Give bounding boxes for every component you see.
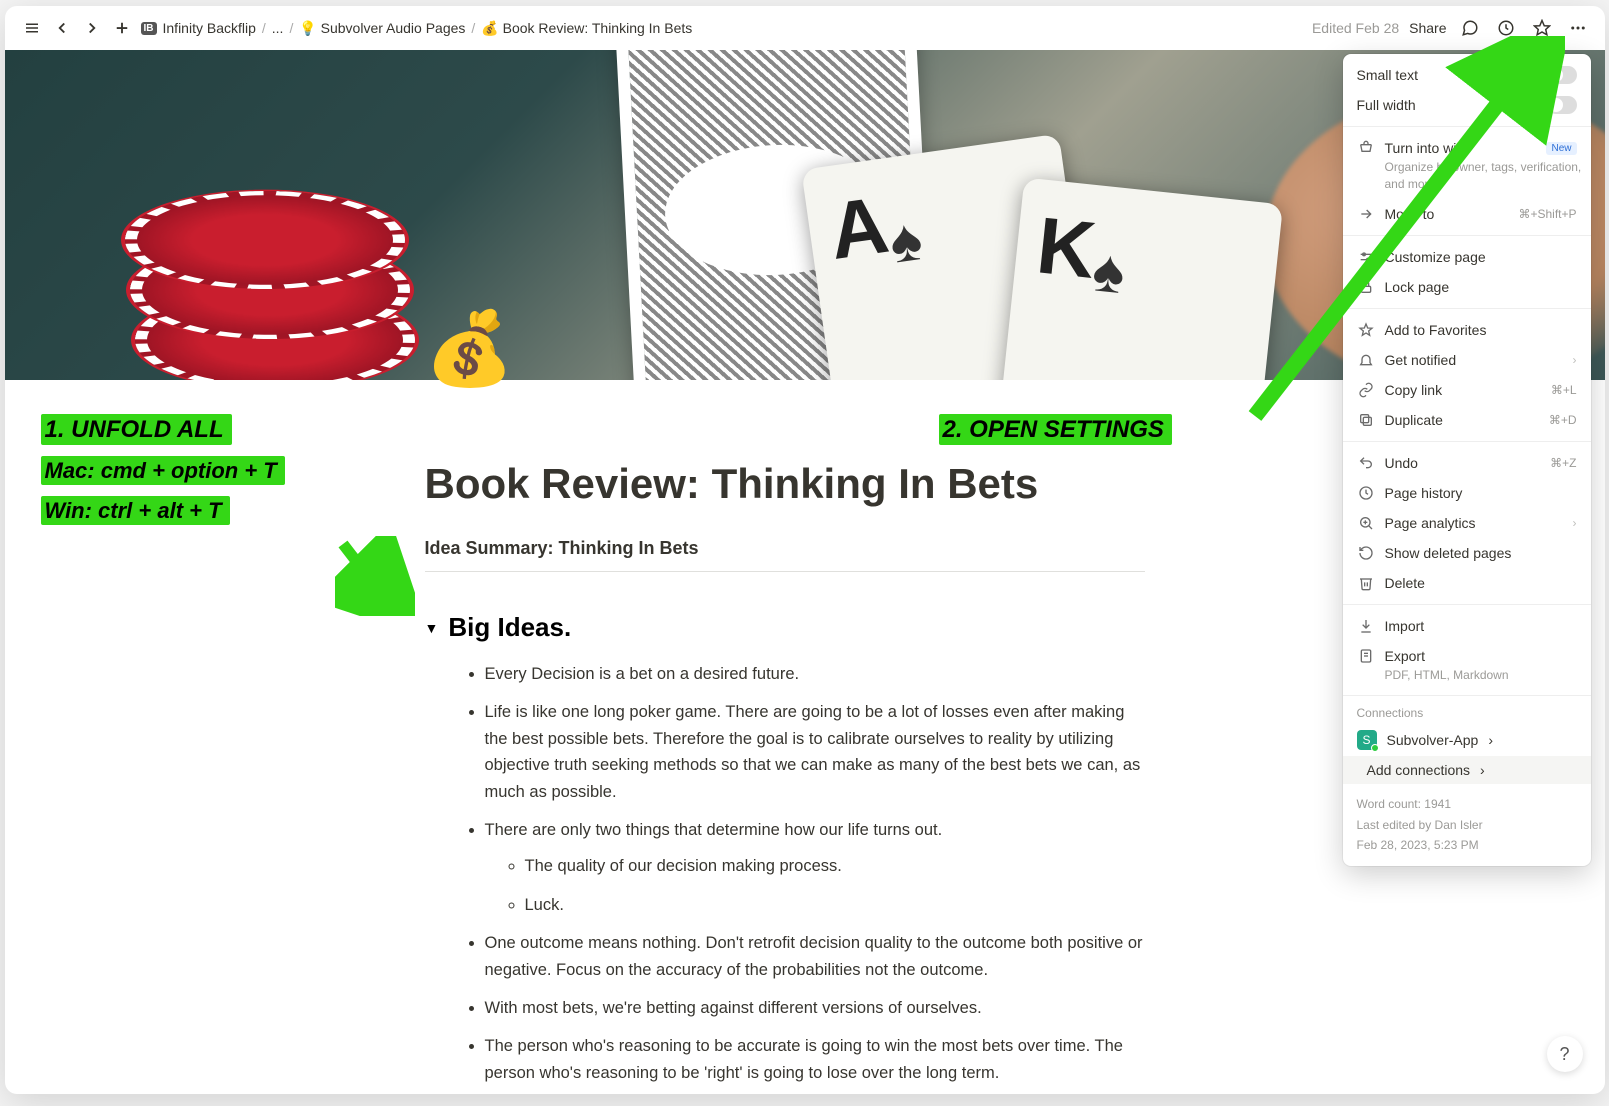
back-icon[interactable]	[49, 15, 75, 41]
star-icon	[1357, 322, 1375, 338]
toggle-heading[interactable]: ▼ Big Ideas.	[425, 612, 1185, 643]
menu-history[interactable]: Page history	[1343, 478, 1591, 508]
trash-icon	[1357, 575, 1375, 591]
restore-icon	[1357, 545, 1375, 561]
workspace-badge: IB	[141, 22, 157, 35]
menu-notified[interactable]: Get notified ›	[1343, 345, 1591, 375]
menu-full-width[interactable]: Full width	[1343, 90, 1591, 120]
duplicate-icon	[1357, 412, 1375, 428]
chevron-right-icon: ›	[1488, 732, 1493, 748]
lock-icon	[1357, 279, 1375, 295]
connection-app[interactable]: S Subvolver-App ›	[1343, 724, 1591, 756]
forward-icon[interactable]	[79, 15, 105, 41]
help-button[interactable]: ?	[1547, 1036, 1583, 1072]
menu-lock[interactable]: Lock page	[1343, 272, 1591, 302]
star-icon[interactable]	[1529, 15, 1555, 41]
menu-export-sub: PDF, HTML, Markdown	[1343, 667, 1591, 684]
sliders-icon	[1357, 249, 1375, 265]
annotation-arrow-unfold	[335, 536, 415, 616]
menu-deleted[interactable]: Show deleted pages	[1343, 538, 1591, 568]
menu-import[interactable]: Import	[1343, 611, 1591, 641]
page-settings-menu: Small text Full width Turn into wiki New…	[1343, 54, 1591, 866]
bell-icon	[1357, 352, 1375, 368]
menu-small-text[interactable]: Small text	[1343, 60, 1591, 90]
menu-icon[interactable]	[19, 15, 45, 41]
bullet-item: Every Decision is a bet on a desired fut…	[485, 661, 1145, 687]
link-icon	[1357, 382, 1375, 398]
page-icon[interactable]: 💰	[425, 306, 515, 391]
share-button[interactable]: Share	[1409, 20, 1446, 36]
export-icon	[1357, 648, 1375, 664]
bullet-item: Life is like one long poker game. There …	[485, 699, 1145, 805]
page-title: Book Review: Thinking In Bets	[425, 460, 1185, 508]
new-tab-icon[interactable]	[109, 15, 135, 41]
menu-analytics[interactable]: Page analytics ›	[1343, 508, 1591, 538]
topbar: IB Infinity Backflip / ... / 💡 Subvolver…	[5, 6, 1605, 50]
breadcrumb: IB Infinity Backflip / ... / 💡 Subvolver…	[141, 20, 693, 37]
analytics-icon	[1357, 515, 1375, 531]
bullet-item: With most bets, we're betting against di…	[485, 995, 1145, 1021]
add-connections[interactable]: Add connections ›	[1343, 756, 1591, 784]
import-icon	[1357, 618, 1375, 634]
chevron-right-icon: ›	[1573, 516, 1577, 530]
history-icon	[1357, 485, 1375, 501]
chevron-right-icon: ›	[1573, 353, 1577, 367]
edited-label: Edited Feb 28	[1312, 20, 1399, 36]
bullet-item: One outcome means nothing. Don't retrofi…	[485, 930, 1145, 983]
menu-copy-link[interactable]: Copy link ⌘+L	[1343, 375, 1591, 405]
crumb-parent[interactable]: 💡 Subvolver Audio Pages	[299, 20, 465, 37]
arrow-right-icon	[1357, 206, 1375, 222]
app-icon: S	[1357, 730, 1377, 750]
menu-wiki-sub: Organize by owner, tags, verification, a…	[1343, 159, 1591, 193]
chevron-right-icon: ›	[1480, 762, 1485, 778]
menu-meta: Word count: 1941 Last edited by Dan Isle…	[1343, 784, 1591, 857]
toggle-triangle-icon[interactable]: ▼	[425, 620, 439, 636]
annotation-open-settings: 2. OPEN SETTINGS	[939, 416, 1172, 444]
sub-bullet-item: The quality of our decision making proce…	[525, 853, 1145, 879]
menu-favorites[interactable]: Add to Favorites	[1343, 315, 1591, 345]
idea-summary-heading: Idea Summary: Thinking In Bets	[425, 538, 1145, 572]
bullet-item: There are only two things that determine…	[485, 817, 1145, 918]
sub-bullet-item: Luck.	[525, 892, 1145, 918]
bullet-item: The person who's reasoning to be accurat…	[485, 1033, 1145, 1086]
connections-header: Connections	[1343, 696, 1591, 724]
toggle-heading-label: Big Ideas.	[448, 612, 571, 643]
comments-icon[interactable]	[1457, 15, 1483, 41]
menu-delete[interactable]: Delete	[1343, 568, 1591, 598]
crumb-root[interactable]: Infinity Backflip	[163, 20, 256, 36]
wiki-icon	[1357, 140, 1375, 156]
annotation-unfold: 1. UNFOLD ALL Mac: cmd + option + T Win:…	[41, 416, 285, 524]
menu-undo[interactable]: Undo ⌘+Z	[1343, 448, 1591, 478]
toggle-switch[interactable]	[1547, 96, 1577, 114]
menu-move-to[interactable]: Move to ⌘+Shift+P	[1343, 199, 1591, 229]
crumb-current[interactable]: 💰 Book Review: Thinking In Bets	[481, 20, 692, 37]
menu-customize[interactable]: Customize page	[1343, 242, 1591, 272]
undo-icon	[1357, 455, 1375, 471]
clock-icon[interactable]	[1493, 15, 1519, 41]
new-badge: New	[1546, 142, 1576, 155]
crumb-ellipsis[interactable]: ...	[272, 20, 284, 36]
toggle-switch[interactable]	[1547, 66, 1577, 84]
more-icon[interactable]	[1565, 15, 1591, 41]
menu-duplicate[interactable]: Duplicate ⌘+D	[1343, 405, 1591, 435]
